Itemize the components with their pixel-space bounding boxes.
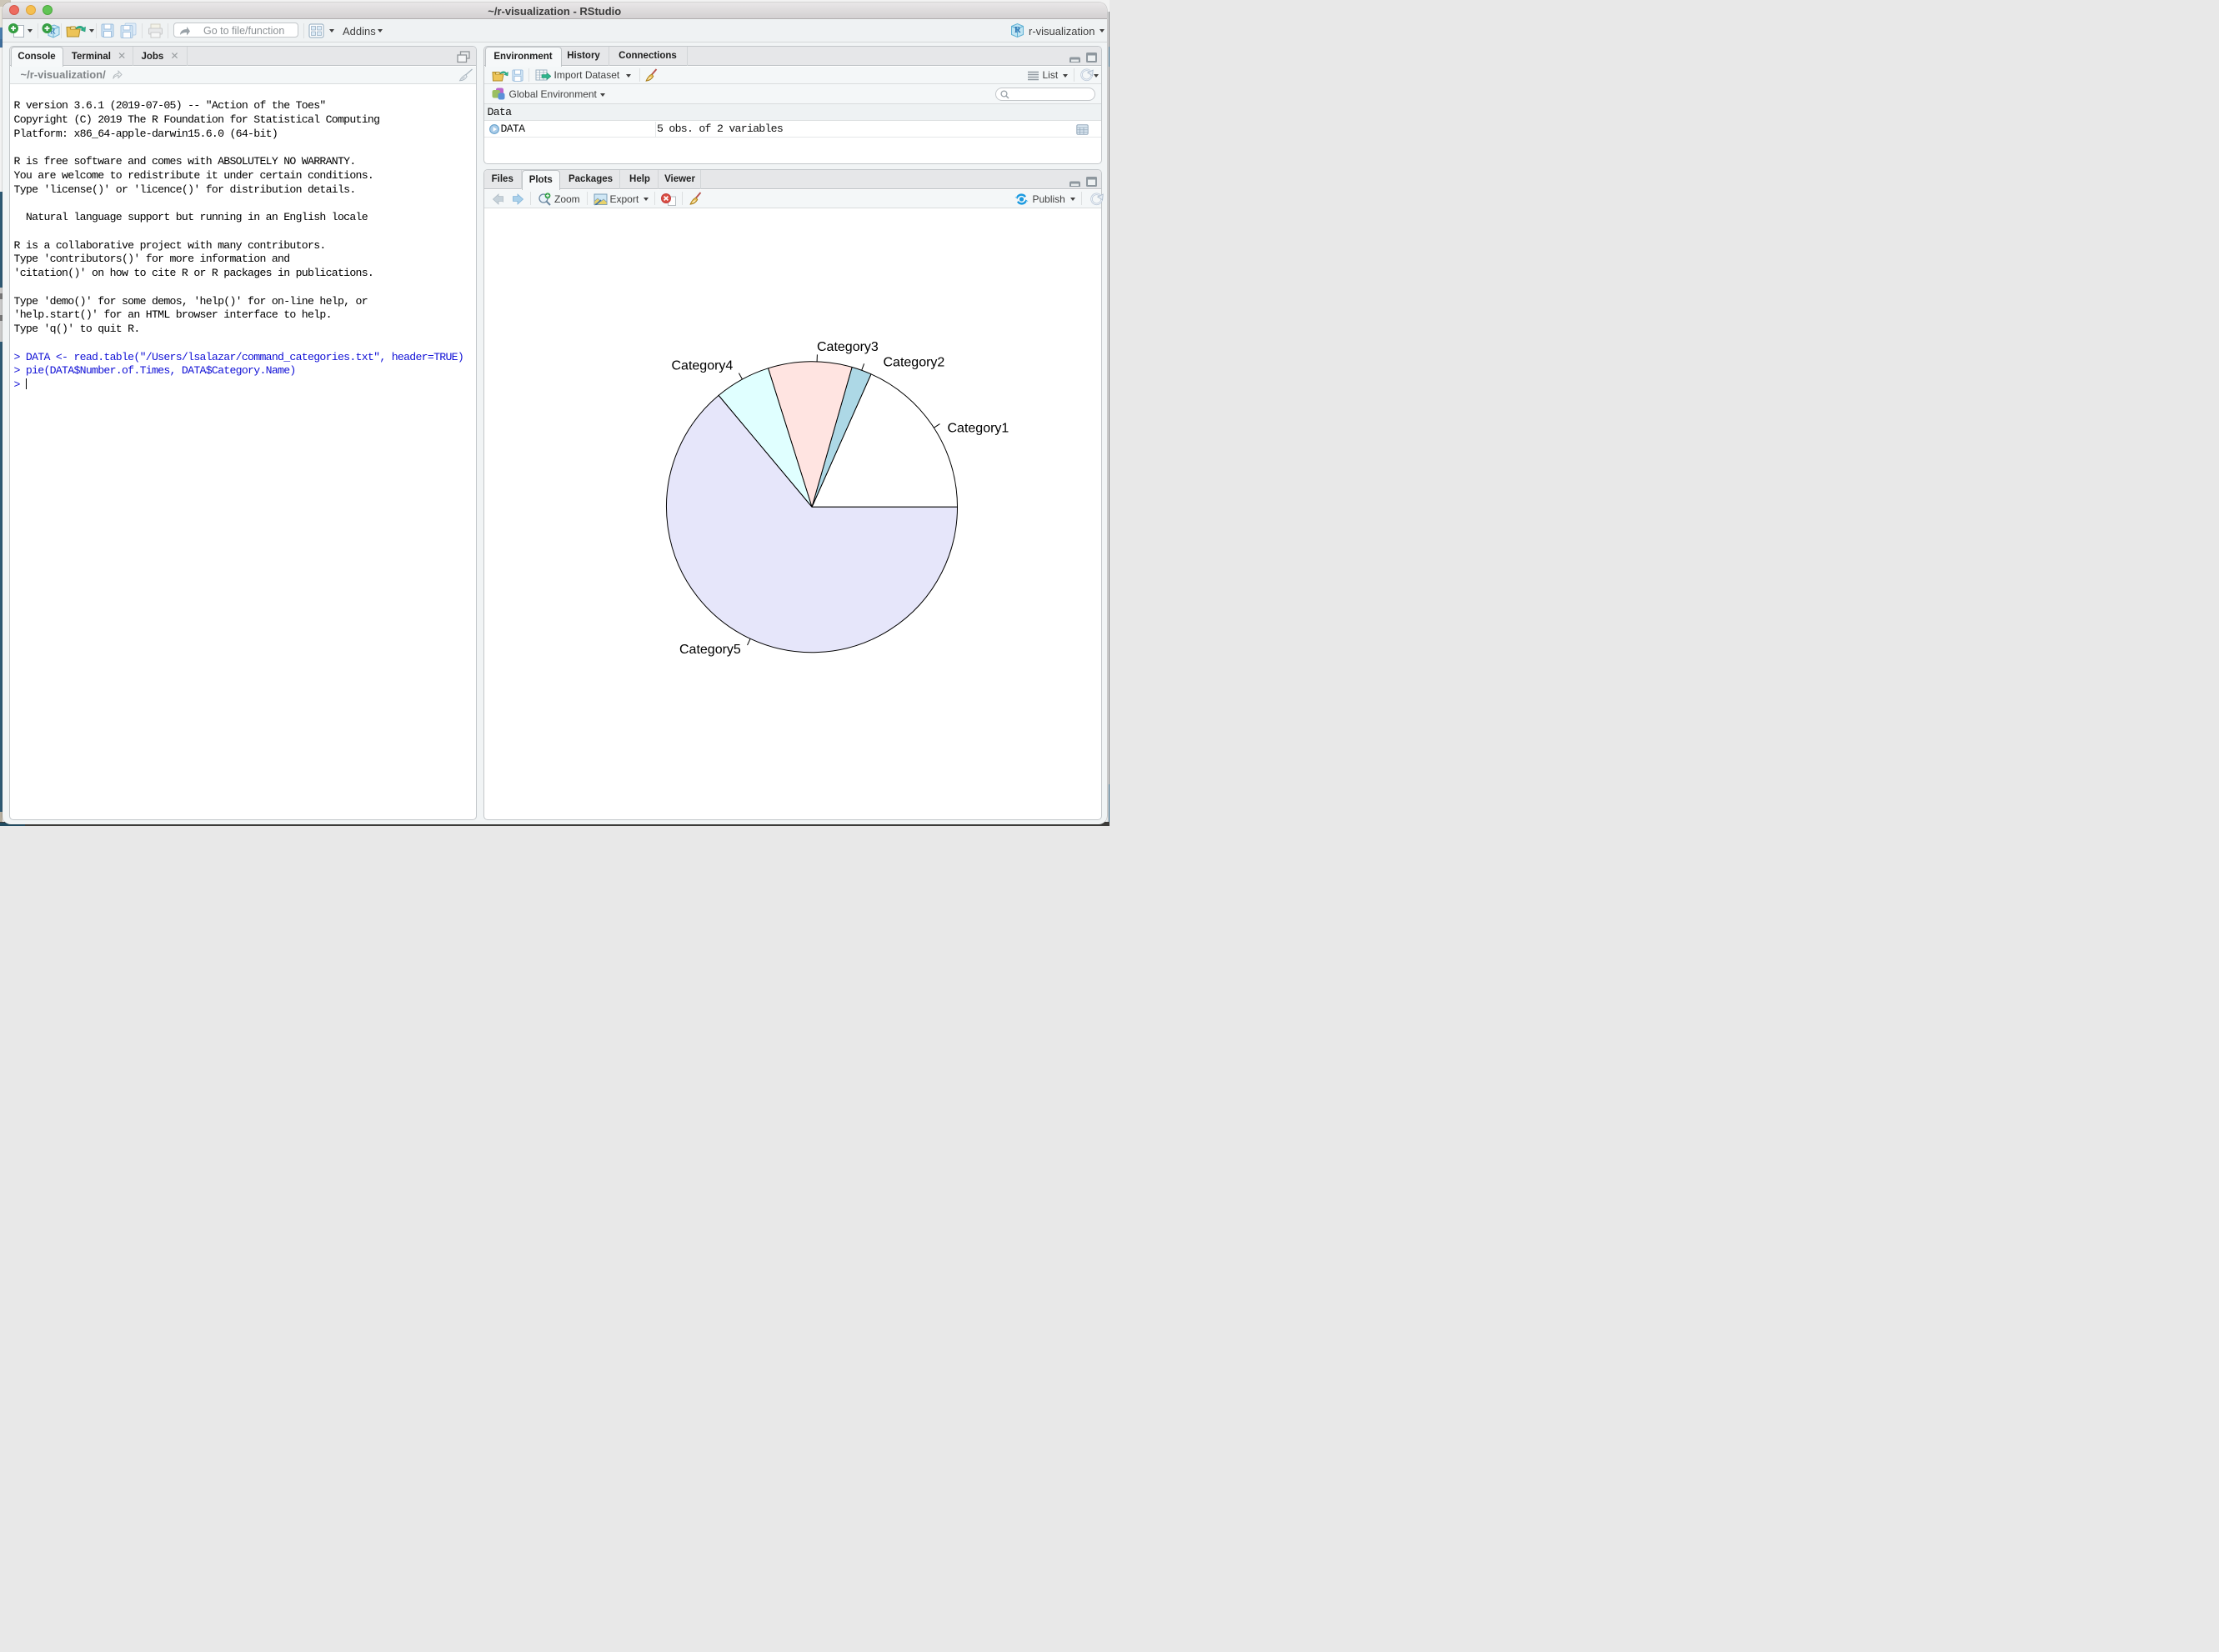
svg-text:Category5: Category5 <box>679 643 741 657</box>
svg-text:Category4: Category4 <box>671 358 733 373</box>
svg-text:Category2: Category2 <box>883 355 944 369</box>
svg-text:R: R <box>1014 26 1021 35</box>
svg-text:Category3: Category3 <box>817 340 879 354</box>
svg-text:Category1: Category1 <box>947 421 1009 435</box>
